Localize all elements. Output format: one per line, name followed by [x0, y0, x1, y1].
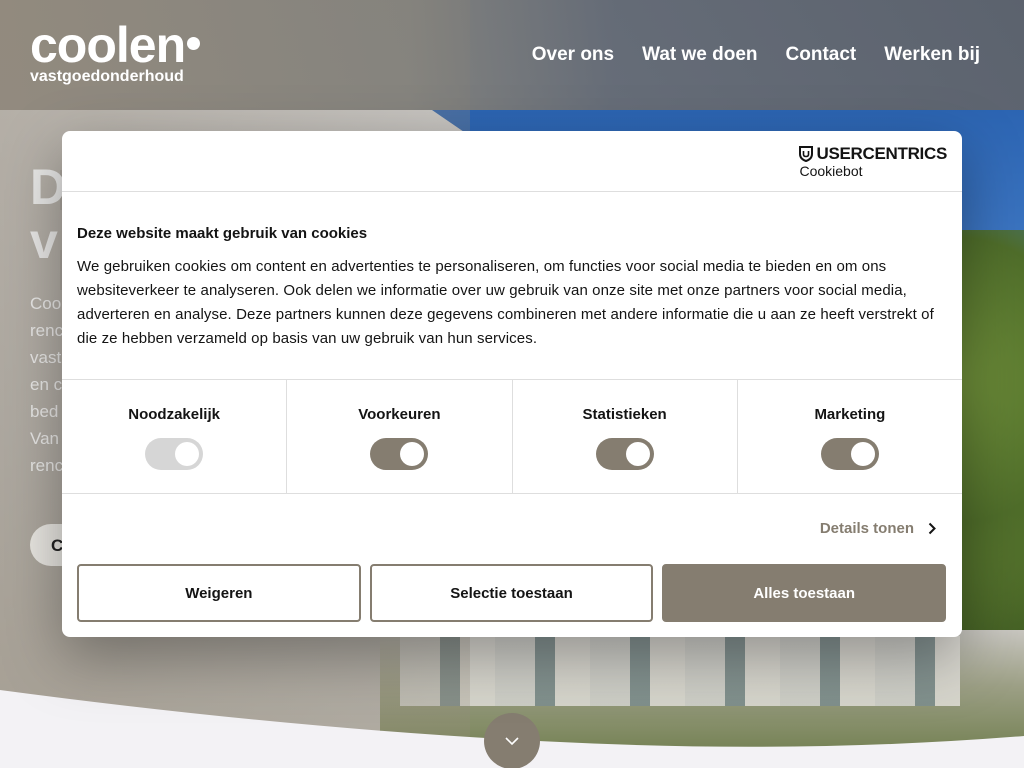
toggle-statistieken[interactable]	[595, 438, 654, 470]
consent-toggles: Noodzakelijk Voorkeuren Statistieken Mar…	[62, 380, 962, 494]
toggle-label: Voorkeuren	[358, 406, 441, 423]
nav-over-ons[interactable]: Over ons	[532, 44, 614, 66]
hero-title: D v	[30, 159, 67, 269]
scroll-down-button[interactable]	[484, 713, 540, 768]
dialog-description: We gebruiken cookies om content en adver…	[77, 258, 934, 347]
allow-all-button[interactable]: Alles toestaan	[662, 564, 947, 622]
toggle-group-statistieken: Statistieken	[513, 380, 738, 493]
chevron-down-icon	[505, 737, 519, 746]
chevron-right-icon	[928, 522, 936, 535]
details-toggle-link[interactable]: Details tonen	[820, 520, 936, 537]
main-nav: Over ons Wat we doen Contact Werken bij	[532, 44, 980, 66]
toggle-group-voorkeuren: Voorkeuren	[287, 380, 513, 493]
toggle-group-noodzakelijk: Noodzakelijk	[62, 380, 288, 493]
toggle-group-marketing: Marketing	[738, 380, 962, 493]
toggle-label: Marketing	[814, 406, 886, 423]
toggle-voorkeuren[interactable]	[370, 438, 429, 470]
coolen-logo[interactable]: coolen vastgoedonderhoud	[30, 20, 201, 86]
toggle-label: Statistieken	[582, 406, 667, 423]
cookie-consent-dialog: USERCENTRICS Cookiebot Deze website maak…	[62, 131, 962, 637]
reject-button[interactable]: Weigeren	[77, 564, 361, 622]
allow-selection-button[interactable]: Selectie toestaan	[369, 564, 654, 622]
dialog-title: Deze website maakt gebruik van cookies	[77, 225, 368, 242]
toggle-label: Noodzakelijk	[128, 406, 220, 423]
details-row: Details tonen	[62, 494, 962, 564]
toggle-marketing[interactable]	[820, 438, 879, 470]
nav-werken-bij[interactable]: Werken bij	[884, 44, 980, 66]
usercentrics-logo[interactable]: USERCENTRICS Cookiebot	[799, 145, 947, 179]
dialog-body: Deze website maakt gebruik van cookies W…	[62, 192, 962, 380]
toggle-noodzakelijk	[145, 438, 204, 470]
nav-wat-we-doen[interactable]: Wat we doen	[642, 44, 757, 66]
site-header: coolen vastgoedonderhoud Over ons Wat we…	[0, 0, 1024, 110]
logo-dot	[187, 37, 201, 50]
dialog-buttons: Weigeren Selectie toestaan Alles toestaa…	[62, 564, 962, 622]
nav-contact[interactable]: Contact	[786, 44, 857, 66]
shield-icon	[799, 145, 814, 162]
dialog-header: USERCENTRICS Cookiebot	[62, 131, 962, 192]
